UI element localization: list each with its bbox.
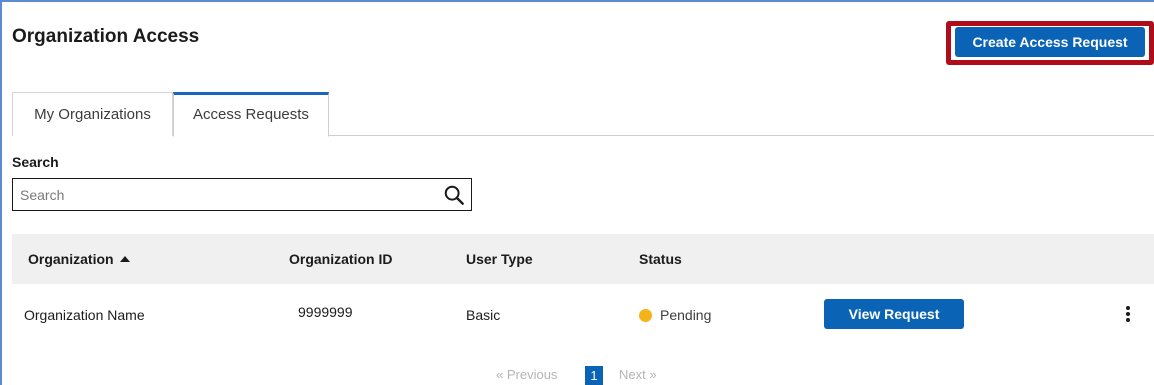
column-header-status: Status (639, 251, 682, 267)
column-header-user-type: User Type (466, 251, 533, 267)
pagination-page-current[interactable]: 1 (585, 366, 603, 385)
cell-organization: Organization Name (24, 307, 145, 323)
pagination-previous[interactable]: « Previous (496, 367, 557, 382)
more-options-icon[interactable] (1124, 306, 1132, 326)
pagination: « Previous 1 Next » (0, 366, 1154, 385)
search-icon[interactable] (443, 184, 465, 206)
tab-my-organizations[interactable]: My Organizations (12, 92, 173, 136)
cell-organization-id: 9999999 (298, 304, 353, 320)
search-field (12, 178, 472, 211)
view-request-button[interactable]: View Request (824, 299, 964, 329)
pagination-next[interactable]: Next » (619, 367, 657, 382)
column-header-label: Organization (28, 251, 114, 267)
column-header-organization[interactable]: Organization (28, 234, 130, 284)
cell-status: Pending (639, 284, 711, 346)
search-input[interactable] (13, 179, 433, 210)
column-header-organization-id: Organization ID (289, 251, 393, 267)
sort-ascending-icon (119, 256, 130, 262)
status-pending-dot-icon (639, 309, 652, 322)
table-row: Organization Name 9999999 Basic Pending … (12, 284, 1154, 346)
tab-access-requests[interactable]: Access Requests (173, 92, 329, 137)
status-text: Pending (660, 307, 712, 323)
table-header: Organization Organization ID User Type S… (12, 234, 1154, 284)
search-label: Search (12, 154, 59, 170)
page-title: Organization Access (12, 26, 200, 47)
create-access-request-button[interactable]: Create Access Request (955, 27, 1145, 57)
cell-user-type: Basic (466, 307, 501, 323)
tab-bar: My Organizations Access Requests (12, 92, 1154, 137)
